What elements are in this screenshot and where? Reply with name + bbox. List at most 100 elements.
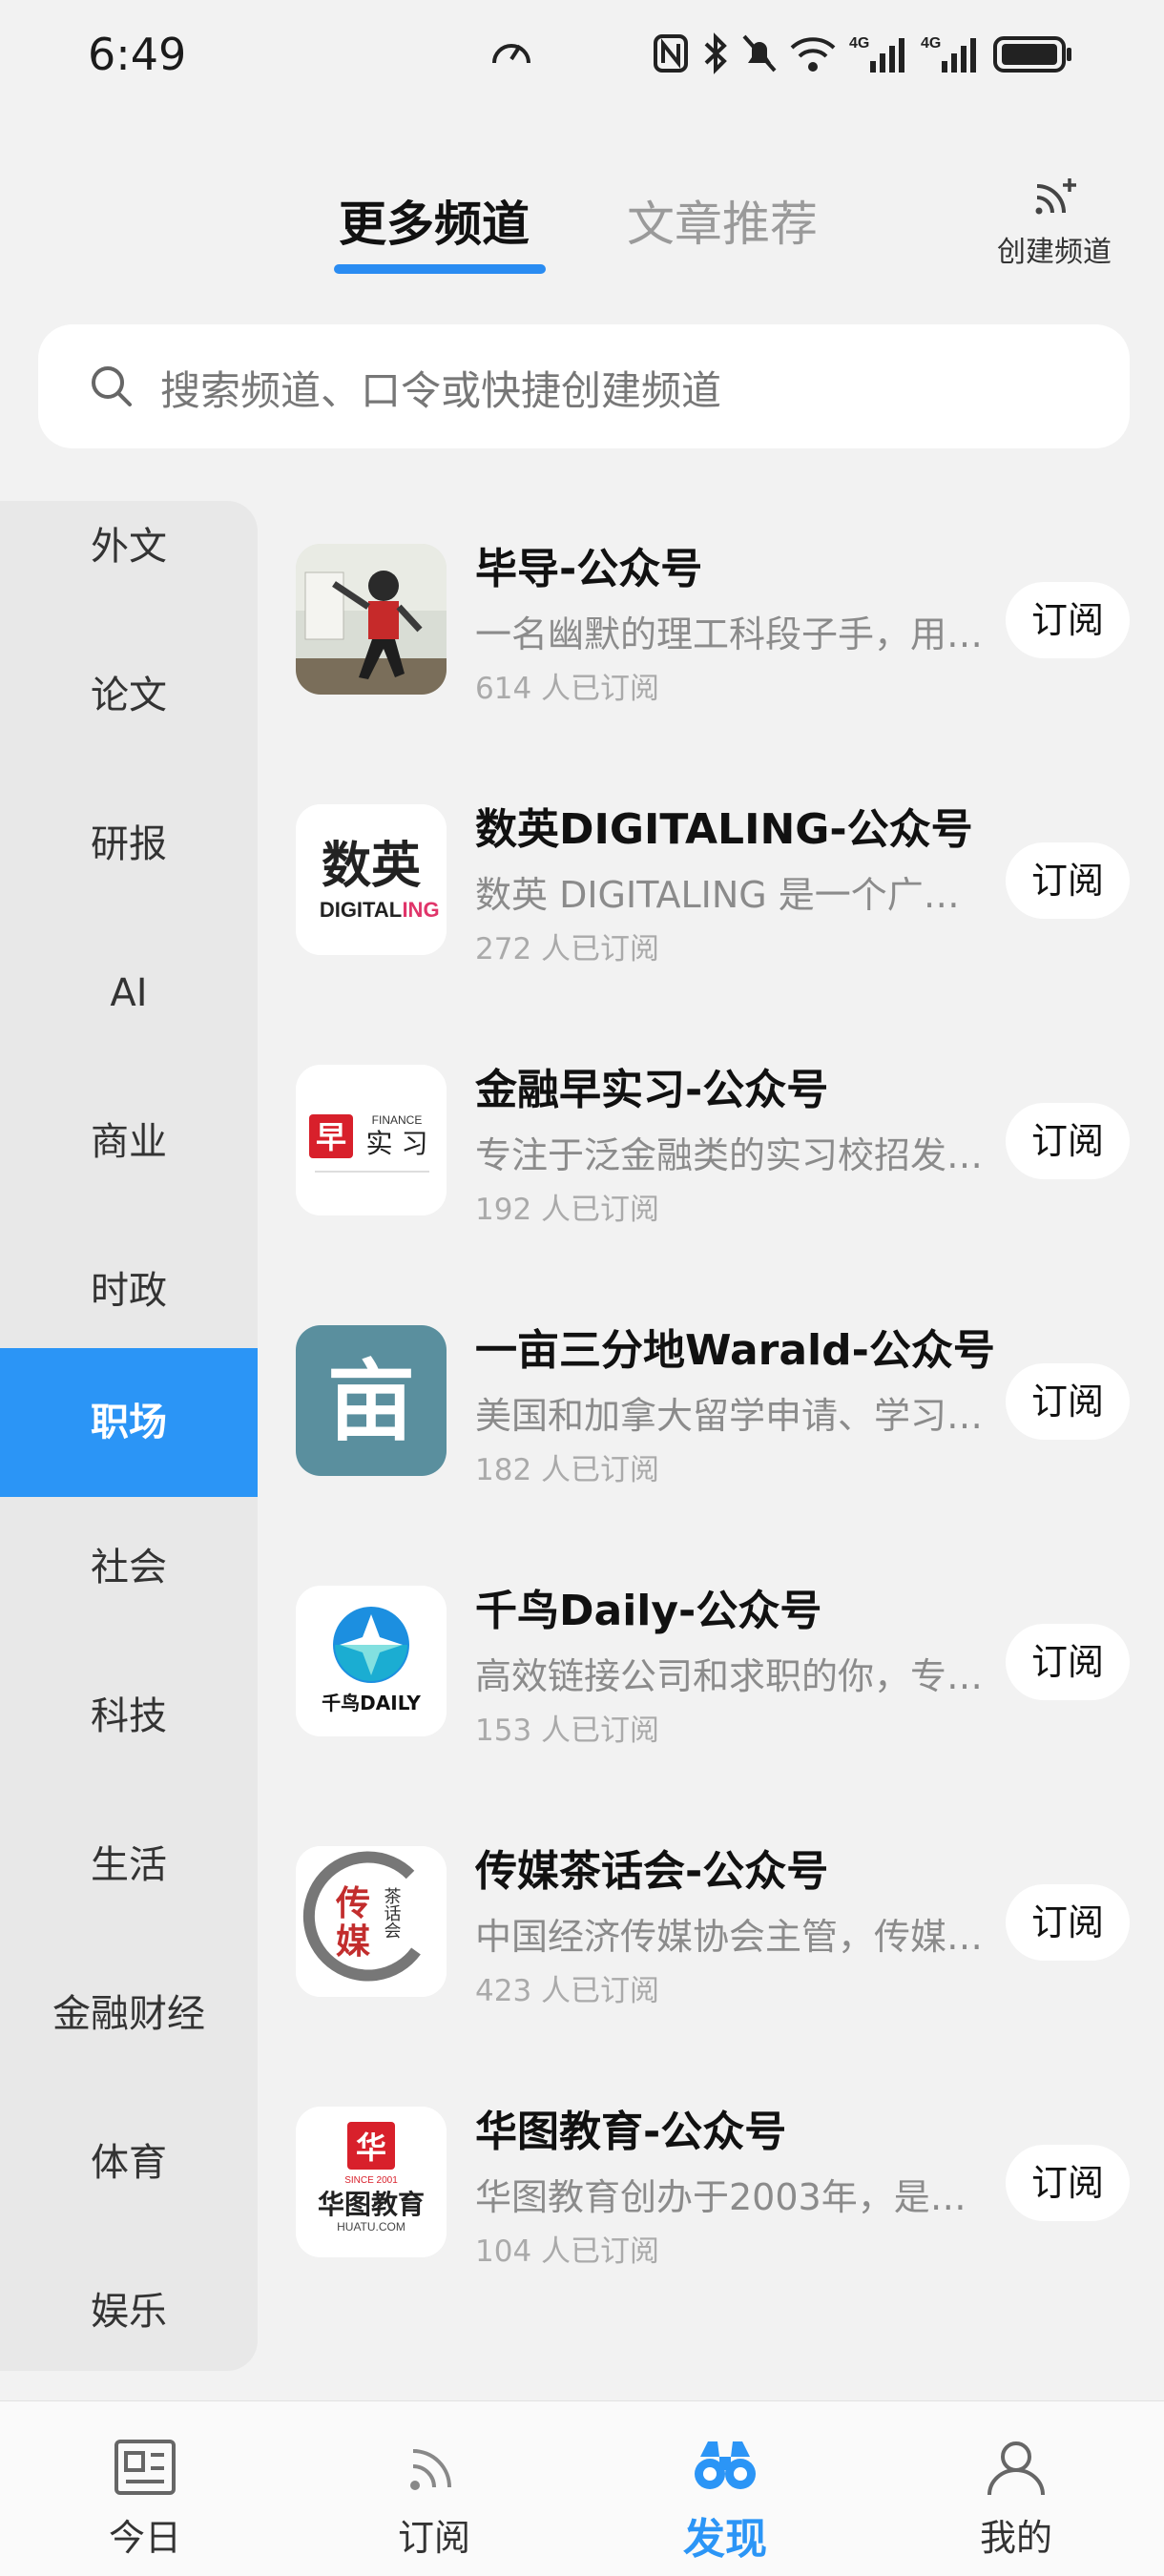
channel-avatar: 亩 [296, 1325, 447, 1476]
person-photo-icon [296, 544, 447, 695]
subscribe-button[interactable]: 订阅 [1006, 1103, 1130, 1179]
channel-row[interactable]: 毕导-公众号 一名幽默的理工科段子手，用科学的方式讲述生活 614 人已订阅 订… [258, 544, 1164, 804]
nav-me[interactable]: 我的 [921, 2401, 1112, 2576]
svg-text:FINANCE: FINANCE [372, 1113, 423, 1127]
subscriber-count: 614 人已订阅 [475, 672, 660, 706]
channel-row[interactable]: 华 SINCE 2001 华图教育 HUATU.COM 华图教育-公众号 华图教… [258, 2107, 1164, 2367]
sidebar-item-politics[interactable]: 时政 [0, 1216, 258, 1365]
channel-row[interactable]: 早 FINANCE 实 习 金融早实习-公众号 专注于泛金融类的实习校招发布平台… [258, 1065, 1164, 1325]
rss-icon [410, 2449, 451, 2490]
search-placeholder: 搜索频道、口令或快捷创建频道 [160, 367, 722, 414]
search-input[interactable]: 搜索频道、口令或快捷创建频道 [38, 324, 1130, 448]
sidebar-item-life[interactable]: 生活 [0, 1791, 258, 1940]
channel-avatar: 华 SINCE 2001 华图教育 HUATU.COM [296, 2107, 447, 2257]
channel-name: 千鸟Daily-公众号 [475, 1587, 822, 1635]
channel-description: 高效链接公司和求职的你，专注求职信息 [475, 1655, 990, 1697]
add-feed-icon [1035, 178, 1076, 215]
channel-description: 中国经济传媒协会主管，传媒人的交流平台 [475, 1916, 990, 1958]
huatu-logo-icon: 华 SINCE 2001 华图教育 HUATU.COM [296, 2107, 447, 2257]
sidebar-item-papers[interactable]: 论文 [0, 621, 258, 770]
create-channel-label: 创建频道 [997, 236, 1112, 269]
create-channel-button[interactable]: 创建频道 [983, 177, 1126, 270]
search-icon [92, 366, 132, 406]
channel-name: 一亩三分地Warald-公众号 [475, 1326, 995, 1375]
nav-subscriptions[interactable]: 订阅 [339, 2401, 530, 2576]
yimu-logo-icon: 亩 [296, 1325, 447, 1476]
nfc-icon [654, 34, 688, 73]
sidebar-item-business[interactable]: 商业 [0, 1068, 258, 1216]
channel-name: 毕导-公众号 [475, 545, 703, 593]
subscribe-button[interactable]: 订阅 [1006, 2145, 1130, 2221]
subscriber-count: 423 人已订阅 [475, 1974, 660, 2008]
svg-text:HUATU.COM: HUATU.COM [337, 2220, 405, 2233]
channel-row[interactable]: 千鸟DAILY 千鸟Daily-公众号 高效链接公司和求职的你，专注求职信息 1… [258, 1586, 1164, 1846]
sidebar-item-society[interactable]: 社会 [0, 1493, 258, 1642]
tab-article-recommendations[interactable]: 文章推荐 [627, 186, 818, 255]
channel-row[interactable]: 数英 DIGITAL ING 数英DIGITALING-公众号 数英 DIGIT… [258, 804, 1164, 1065]
battery-icon [993, 36, 1071, 73]
svg-text:ING: ING [402, 898, 439, 922]
svg-text:茶话会: 茶话会 [382, 1887, 402, 1939]
sidebar-item-tech[interactable]: 科技 [0, 1642, 258, 1791]
sidebar-item-workplace[interactable]: 职场 [0, 1348, 258, 1497]
svg-text:千鸟DAILY: 千鸟DAILY [322, 1692, 421, 1714]
sidebar-item-entertainment[interactable]: 娱乐 [0, 2237, 258, 2371]
finance-internship-logo-icon: 早 FINANCE 实 习 [296, 1065, 447, 1215]
active-tab-indicator [334, 264, 546, 274]
mute-icon [742, 34, 777, 73]
signal-4g-icon: 4G [921, 35, 976, 73]
channel-avatar [296, 544, 447, 695]
tab-more-channels[interactable]: 更多频道 [339, 186, 530, 255]
channel-name: 金融早实习-公众号 [475, 1066, 829, 1114]
nav-discover-label: 发现 [683, 2515, 767, 2564]
svg-text:早: 早 [316, 1119, 346, 1155]
subscriber-count: 104 人已订阅 [475, 2234, 660, 2269]
speed-icon [492, 44, 530, 64]
binoculars-icon [695, 2441, 756, 2489]
svg-text:SINCE 2001: SINCE 2001 [344, 2175, 398, 2186]
subscriber-count: 153 人已订阅 [475, 1714, 660, 1748]
sidebar-item-foreign[interactable]: 外文 [0, 501, 258, 621]
signal-4g-icon: 4G [849, 35, 904, 73]
media-tea-talk-logo-icon: 传 媒 茶话会 [296, 1846, 447, 1997]
svg-text:4G: 4G [849, 35, 869, 52]
channel-description: 专注于泛金融类的实习校招发布平台 [475, 1134, 990, 1176]
subscribe-button[interactable]: 订阅 [1006, 842, 1130, 919]
svg-text:华: 华 [356, 2129, 386, 2166]
channel-description: 华图教育创办于2003年，是一家综合性教育机构 [475, 2176, 990, 2218]
subscribe-button[interactable]: 订阅 [1006, 582, 1130, 658]
subscribe-button[interactable]: 订阅 [1006, 1624, 1130, 1700]
channel-row[interactable]: 亩 一亩三分地Warald-公众号 美国和加拿大留学申请、学习与求职 182 人… [258, 1325, 1164, 1586]
svg-text:华图教育: 华图教育 [318, 2189, 425, 2220]
category-sidebar: 外文 论文 研报 AI 商业 时政 职场 社会 科技 生活 金融财经 体育 娱乐 [0, 501, 258, 2371]
subscriber-count: 182 人已订阅 [475, 1453, 660, 1487]
subscriber-count: 272 人已订阅 [475, 932, 660, 966]
channel-avatar: 数英 DIGITAL ING [296, 804, 447, 955]
nav-today-label: 今日 [108, 2517, 181, 2559]
digitaling-logo-icon: 数英 DIGITAL ING [296, 804, 447, 955]
wifi-icon [790, 37, 836, 72]
channel-description: 数英 DIGITALING 是一个广告营销行业平台 [475, 874, 990, 916]
channel-description: 一名幽默的理工科段子手，用科学的方式讲述生活 [475, 613, 990, 655]
subscriber-count: 192 人已订阅 [475, 1193, 660, 1227]
sidebar-item-sports[interactable]: 体育 [0, 2088, 258, 2237]
subscribe-button[interactable]: 订阅 [1006, 1363, 1130, 1440]
nav-today[interactable]: 今日 [50, 2401, 240, 2576]
sidebar-item-finance[interactable]: 金融财经 [0, 1940, 258, 2088]
channel-name: 华图教育-公众号 [475, 2108, 787, 2156]
channel-name: 数英DIGITALING-公众号 [475, 805, 973, 854]
sidebar-item-ai[interactable]: AI [0, 919, 258, 1068]
svg-text:实 习: 实 习 [366, 1128, 428, 1159]
nav-subscriptions-label: 订阅 [397, 2517, 470, 2559]
subscribe-button[interactable]: 订阅 [1006, 1884, 1130, 1961]
nav-me-label: 我的 [979, 2517, 1052, 2559]
nav-discover[interactable]: 发现 [630, 2401, 821, 2576]
channel-row[interactable]: 传 媒 茶话会 传媒茶话会-公众号 中国经济传媒协会主管，传媒人的交流平台 42… [258, 1846, 1164, 2107]
bottom-navigation: 今日 订阅 发现 我的 [0, 2400, 1164, 2576]
svg-text:4G: 4G [921, 35, 941, 52]
sidebar-item-research[interactable]: 研报 [0, 770, 258, 919]
channel-avatar: 传 媒 茶话会 [296, 1846, 447, 1997]
newspaper-icon [114, 2440, 176, 2495]
status-bar: 6:49 4G 4G [0, 0, 1164, 114]
svg-text:DIGITAL: DIGITAL [320, 898, 402, 922]
